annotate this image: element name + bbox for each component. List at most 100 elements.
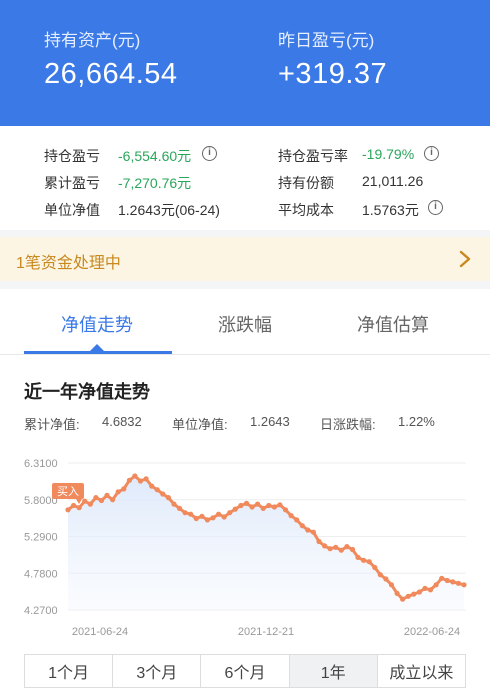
data-point <box>377 572 383 578</box>
y-tick-label: 6.3100 <box>24 458 58 470</box>
data-point <box>282 507 289 513</box>
chevron-right-icon <box>459 250 471 268</box>
data-point <box>294 517 300 523</box>
data-point <box>366 559 372 565</box>
data-point <box>416 589 422 595</box>
data-point <box>227 510 233 516</box>
data-point <box>327 546 333 552</box>
data-point <box>444 577 450 584</box>
x-tick-label: 2022-06-24 <box>404 626 460 638</box>
data-point <box>461 582 467 588</box>
y-tick-label: 4.2700 <box>24 605 58 617</box>
nav-value: 1.2643元(06-24) <box>118 202 220 218</box>
assets-label: 持有资产(元) <box>44 31 141 50</box>
time-range-selector: 1个月 3个月 6个月 1年 成立以来 <box>24 654 466 688</box>
chart-tabs: 净值走势 涨跌幅 净值估算 <box>0 289 490 355</box>
buy-marker-label: 买入 <box>57 485 79 498</box>
data-point <box>238 502 244 509</box>
data-point <box>427 587 434 593</box>
x-tick-label: 2021-06-24 <box>72 626 128 638</box>
metric-daily-change-label: 日涨跌幅: <box>320 417 376 432</box>
pending-funds-banner[interactable]: 1笔资金处理中 <box>0 237 490 281</box>
assets-value: 26,664.54 <box>44 58 178 90</box>
data-point <box>76 505 82 511</box>
data-point <box>422 585 428 591</box>
tab-change[interactable]: 涨跌幅 <box>170 311 320 337</box>
section-divider <box>0 281 490 289</box>
data-point <box>411 591 417 597</box>
data-point <box>310 529 316 535</box>
data-point <box>394 590 400 596</box>
data-point <box>388 582 395 588</box>
data-point <box>193 515 199 522</box>
data-point <box>439 575 445 581</box>
data-point <box>87 501 93 507</box>
data-point <box>137 478 144 484</box>
header-panel: 持有资产(元) 26,664.54 昨日盈亏(元) +319.37 <box>0 0 490 126</box>
metric-daily-change-value: 1.22% <box>398 414 435 429</box>
data-point <box>232 506 238 512</box>
data-point <box>383 576 389 582</box>
range-since-inception-button[interactable]: 成立以来 <box>377 655 466 687</box>
data-point <box>455 580 461 586</box>
y-tick-label: 5.2900 <box>24 532 58 544</box>
data-point <box>322 543 328 549</box>
data-point <box>182 510 188 516</box>
data-point <box>271 504 277 510</box>
data-point <box>121 486 127 492</box>
pending-funds-text: 1笔资金处理中 <box>16 255 121 272</box>
cumulative-pl-label: 累计盈亏 <box>44 175 100 191</box>
x-tick-label: 2021-12-21 <box>238 626 294 638</box>
data-point <box>104 492 110 498</box>
data-point <box>171 501 177 507</box>
metric-unit-nav-label: 单位净值: <box>172 417 228 432</box>
data-point <box>110 497 116 503</box>
avg-cost-info-icon[interactable]: i <box>428 200 443 215</box>
data-point <box>243 500 250 506</box>
chart-area-fill <box>68 476 464 610</box>
data-point <box>260 505 266 511</box>
position-pl-rate-info-icon[interactable]: i <box>424 146 439 161</box>
data-point <box>143 476 149 482</box>
data-point <box>433 582 439 588</box>
data-point <box>216 511 222 517</box>
data-point <box>355 554 361 560</box>
data-point <box>255 501 261 507</box>
range-6-month-button[interactable]: 6个月 <box>201 655 290 687</box>
data-point <box>316 538 322 545</box>
data-point <box>305 527 311 533</box>
range-1-year-button[interactable]: 1年 <box>289 655 378 687</box>
data-point <box>210 515 216 521</box>
data-point <box>65 507 71 513</box>
data-point <box>188 511 194 517</box>
data-point <box>400 596 406 602</box>
data-point <box>149 483 155 489</box>
data-point <box>98 497 105 504</box>
holding-stats: 持仓盈亏 -6,554.60元 i 持仓盈亏率 -19.79% i 累计盈亏 -… <box>0 126 490 230</box>
nav-line-chart: 6.31005.80005.29004.78004.27002021-06-24… <box>24 458 467 638</box>
cumulative-pl-value: -7,270.76元 <box>118 175 192 191</box>
data-point <box>299 523 305 529</box>
avg-cost-label: 平均成本 <box>278 202 334 218</box>
data-point <box>372 564 378 571</box>
data-point <box>204 517 210 523</box>
y-tick-label: 4.7800 <box>24 568 58 580</box>
position-pl-info-icon[interactable]: i <box>202 146 217 161</box>
data-point <box>199 513 205 519</box>
tab-nav-trend[interactable]: 净值走势 <box>22 311 172 337</box>
tab-nav-estimate[interactable]: 净值估算 <box>318 311 468 337</box>
metric-unit-nav-value: 1.2643 <box>250 414 290 429</box>
data-point <box>249 504 255 510</box>
yesterday-pl-value: +319.37 <box>278 58 388 90</box>
data-point <box>344 544 350 550</box>
range-3-month-button[interactable]: 3个月 <box>113 655 202 687</box>
data-point <box>450 579 456 585</box>
data-point <box>165 495 171 501</box>
position-pl-value: -6,554.60元 <box>118 148 192 164</box>
data-point <box>338 547 344 553</box>
section-divider <box>0 230 490 237</box>
data-point <box>132 473 138 479</box>
range-1-month-button[interactable]: 1个月 <box>25 655 114 687</box>
metric-cumulative-nav-value: 4.6832 <box>102 414 142 429</box>
data-point <box>405 593 411 599</box>
